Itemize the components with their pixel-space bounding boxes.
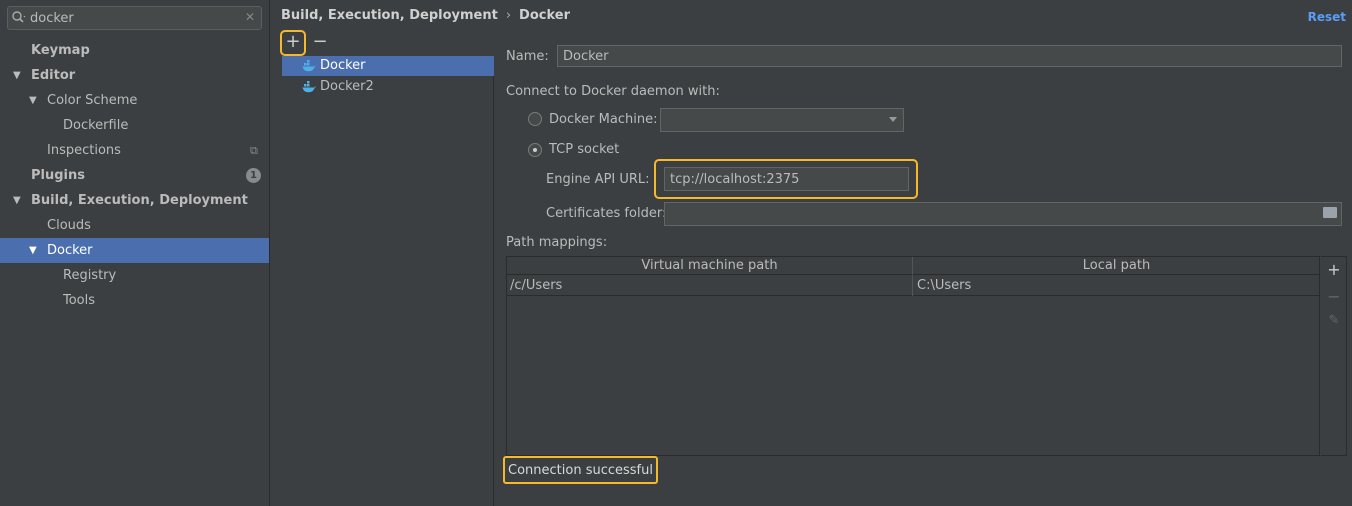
tcp-socket-label[interactable]: TCP socket	[549, 142, 619, 157]
tree-item-keymap[interactable]: Keymap	[0, 38, 269, 63]
table-header: Virtual machine path Local path	[507, 257, 1319, 275]
remove-mapping-icon[interactable]: −	[1321, 287, 1347, 306]
expanded-arrow-icon[interactable]: ▼	[29, 238, 37, 263]
table-toolbar: + − ✎	[1321, 256, 1347, 456]
name-input[interactable]	[558, 46, 1341, 66]
docker-icon	[302, 80, 316, 94]
tree-item-registry[interactable]: Registry	[0, 263, 269, 288]
plugins-update-badge: 1	[246, 168, 261, 183]
add-config-button[interactable]: +	[280, 30, 306, 56]
clear-search-icon[interactable]: ✕	[245, 10, 255, 24]
engine-api-url-label: Engine API URL:	[546, 172, 650, 187]
settings-sidebar: ✕ Keymap ▼ Editor ▼ Color Scheme Dockerf…	[0, 0, 270, 506]
docker-config-list	[278, 56, 494, 506]
connection-status: Connection successful	[503, 456, 658, 484]
name-label: Name:	[506, 49, 549, 64]
connect-label: Connect to Docker daemon with:	[506, 84, 720, 99]
config-item-docker2[interactable]: Docker2	[282, 77, 494, 97]
search-icon	[11, 10, 27, 26]
remove-config-button[interactable]: −	[309, 32, 331, 54]
tree-item-docker[interactable]: ▼ Docker	[0, 238, 269, 263]
certificates-folder-input[interactable]	[665, 203, 1341, 225]
folder-icon[interactable]	[1323, 207, 1337, 218]
docker-machine-radio[interactable]	[528, 112, 542, 126]
local-path-cell[interactable]: C:\Users	[914, 276, 1319, 296]
breadcrumb: Build, Execution, Deployment › Docker	[281, 6, 570, 26]
docker-icon	[302, 59, 316, 73]
tree-item-build-execution-deployment[interactable]: ▼ Build, Execution, Deployment	[0, 188, 269, 213]
tcp-socket-radio[interactable]	[528, 143, 542, 157]
tree-item-color-scheme[interactable]: ▼ Color Scheme	[0, 88, 269, 113]
breadcrumb-separator: ›	[505, 8, 512, 23]
breadcrumb-parent[interactable]: Build, Execution, Deployment	[281, 8, 498, 23]
edit-mapping-icon[interactable]: ✎	[1321, 313, 1347, 328]
tree-item-editor[interactable]: ▼ Editor	[0, 63, 269, 88]
vm-path-cell[interactable]: /c/Users	[507, 276, 913, 296]
tree-item-inspections[interactable]: Inspections ⧉	[0, 138, 269, 163]
path-mappings-label: Path mappings:	[506, 235, 608, 250]
docker-machine-label[interactable]: Docker Machine:	[549, 112, 657, 127]
table-row[interactable]: /c/Users C:\Users	[507, 276, 1319, 296]
tree-item-tools[interactable]: Tools	[0, 288, 269, 313]
expanded-arrow-icon[interactable]: ▼	[29, 88, 37, 113]
settings-search[interactable]: ✕	[7, 6, 262, 30]
chevron-down-icon	[889, 117, 897, 122]
tree-item-dockerfile[interactable]: Dockerfile	[0, 113, 269, 138]
path-mappings-table: Virtual machine path Local path /c/Users…	[506, 256, 1320, 456]
engine-api-url-input[interactable]	[665, 168, 908, 190]
project-settings-icon: ⧉	[250, 144, 258, 157]
reset-link[interactable]: Reset	[1308, 10, 1346, 24]
config-item-docker[interactable]: Docker	[282, 56, 494, 76]
expanded-arrow-icon[interactable]: ▼	[13, 188, 21, 213]
tree-item-clouds[interactable]: Clouds	[0, 213, 269, 238]
expanded-arrow-icon[interactable]: ▼	[13, 63, 21, 88]
column-header-local-path[interactable]: Local path	[914, 257, 1319, 275]
search-input[interactable]	[30, 8, 240, 28]
certificates-folder-field[interactable]	[664, 202, 1342, 226]
column-header-vm-path[interactable]: Virtual machine path	[507, 257, 913, 275]
add-mapping-icon[interactable]: +	[1321, 260, 1347, 279]
docker-machine-select[interactable]	[660, 108, 904, 132]
tree-item-plugins[interactable]: Plugins 1	[0, 163, 269, 188]
breadcrumb-current: Docker	[519, 8, 570, 23]
certificates-folder-label: Certificates folder:	[546, 206, 667, 221]
name-field[interactable]	[557, 45, 1342, 67]
engine-api-url-field[interactable]	[664, 167, 909, 191]
